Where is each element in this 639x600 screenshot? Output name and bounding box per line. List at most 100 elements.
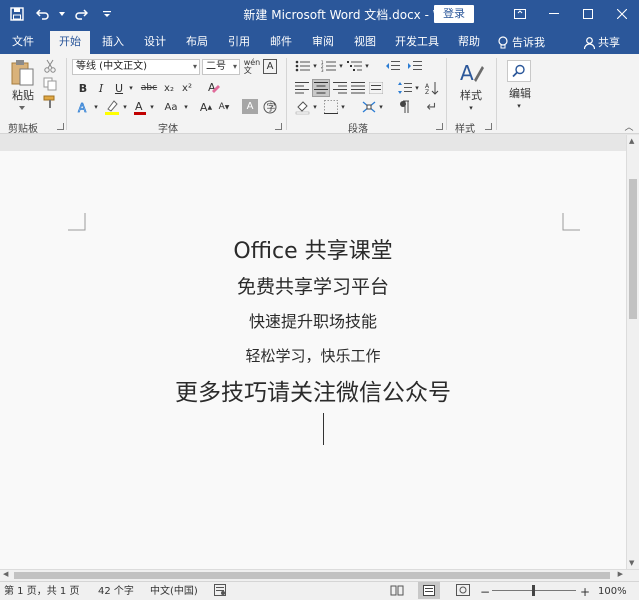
chinese-layout-dropdown-icon[interactable]: ▾ bbox=[378, 99, 384, 115]
zoom-out-button[interactable]: − bbox=[480, 585, 490, 599]
chinese-layout-icon[interactable] bbox=[360, 99, 378, 115]
clear-formatting-icon[interactable]: A bbox=[206, 79, 222, 95]
text-effects-dropdown-icon[interactable]: ▾ bbox=[92, 99, 100, 115]
language-indicator[interactable]: 中文(中国) bbox=[150, 585, 198, 599]
paragraph-mark-icon[interactable] bbox=[396, 99, 412, 115]
close-icon[interactable] bbox=[605, 0, 639, 28]
font-size-combo[interactable]: 二号 ▾ bbox=[202, 59, 240, 75]
read-mode-icon[interactable] bbox=[390, 584, 404, 598]
login-button[interactable]: 登录 bbox=[434, 5, 474, 23]
decrease-indent-icon[interactable] bbox=[384, 59, 402, 73]
undo-icon[interactable] bbox=[32, 4, 54, 24]
tab-file[interactable]: 文件 bbox=[4, 31, 42, 54]
doc-line-3[interactable]: 快速提升职场技能 bbox=[0, 309, 626, 335]
strikethrough-button[interactable]: abc bbox=[140, 80, 158, 96]
tab-insert[interactable]: 插入 bbox=[94, 31, 132, 54]
distributed-icon[interactable] bbox=[368, 80, 384, 96]
tab-mailings[interactable]: 邮件 bbox=[262, 31, 300, 54]
underline-dropdown-icon[interactable]: ▾ bbox=[127, 80, 135, 96]
line-spacing-icon[interactable] bbox=[396, 80, 414, 96]
redo-icon[interactable] bbox=[70, 4, 92, 24]
italic-button[interactable]: I bbox=[94, 80, 108, 96]
tab-review[interactable]: 审阅 bbox=[304, 31, 342, 54]
tab-layout[interactable]: 布局 bbox=[178, 31, 216, 54]
editing-dropdown-icon[interactable]: ▾ bbox=[514, 102, 524, 110]
numbering-icon[interactable]: 123 bbox=[320, 59, 338, 73]
scroll-down-icon[interactable]: ▼ bbox=[629, 559, 634, 567]
tab-view[interactable]: 视图 bbox=[346, 31, 384, 54]
character-border-icon[interactable]: A bbox=[263, 59, 277, 74]
borders-icon[interactable] bbox=[322, 99, 340, 115]
copy-icon[interactable] bbox=[42, 76, 58, 92]
text-effects-icon[interactable]: A bbox=[76, 99, 92, 115]
align-right-icon[interactable] bbox=[332, 80, 348, 96]
minimize-icon[interactable] bbox=[537, 0, 571, 28]
shading-icon[interactable] bbox=[294, 99, 312, 115]
tell-me-box[interactable]: 告诉我 bbox=[498, 31, 545, 54]
font-color-icon[interactable]: A bbox=[132, 99, 148, 115]
tab-help[interactable]: 帮助 bbox=[450, 31, 488, 54]
font-name-combo[interactable]: 等线 (中文正文) ▾ bbox=[72, 59, 200, 75]
bullets-dropdown-icon[interactable]: ▾ bbox=[312, 59, 318, 73]
web-layout-icon[interactable] bbox=[456, 584, 470, 598]
vertical-scrollbar[interactable]: ▲ ▼ bbox=[626, 135, 639, 569]
paste-label[interactable]: 粘贴 bbox=[8, 88, 38, 102]
multilevel-dropdown-icon[interactable]: ▾ bbox=[364, 59, 370, 73]
tab-design[interactable]: 设计 bbox=[136, 31, 174, 54]
share-button[interactable]: 共享 bbox=[584, 31, 620, 54]
undo-dropdown-icon[interactable] bbox=[58, 4, 66, 24]
highlight-color-icon[interactable] bbox=[103, 99, 121, 115]
doc-line-4[interactable]: 轻松学习，快乐工作 bbox=[0, 343, 626, 369]
maximize-icon[interactable] bbox=[571, 0, 605, 28]
word-count[interactable]: 42 个字 bbox=[98, 585, 134, 599]
search-icon[interactable] bbox=[507, 60, 531, 82]
numbering-dropdown-icon[interactable]: ▾ bbox=[338, 59, 344, 73]
underline-button[interactable]: U bbox=[112, 80, 126, 96]
cut-icon[interactable] bbox=[42, 58, 58, 74]
tab-references[interactable]: 引用 bbox=[220, 31, 258, 54]
vertical-scroll-thumb[interactable] bbox=[629, 179, 637, 319]
shading-dropdown-icon[interactable]: ▾ bbox=[312, 99, 318, 115]
borders-dropdown-icon[interactable]: ▾ bbox=[340, 99, 346, 115]
font-launcher-icon[interactable] bbox=[275, 123, 282, 130]
clipboard-launcher-icon[interactable] bbox=[57, 123, 64, 130]
sort-icon[interactable]: AZ bbox=[424, 80, 440, 96]
doc-line-1[interactable]: Office 共享课堂 bbox=[0, 237, 626, 267]
collapse-ribbon-icon[interactable]: ︿ bbox=[624, 122, 634, 133]
zoom-slider-thumb[interactable] bbox=[532, 585, 535, 596]
document-page[interactable]: Office 共享课堂 免费共享学习平台 快速提升职场技能 轻松学习，快乐工作 … bbox=[0, 151, 626, 569]
page-count[interactable]: 第 1 页，共 1 页 bbox=[4, 585, 79, 599]
horizontal-scroll-thumb[interactable] bbox=[14, 572, 610, 579]
scroll-up-icon[interactable]: ▲ bbox=[629, 137, 634, 145]
ribbon-display-options-icon[interactable] bbox=[503, 0, 537, 28]
bold-button[interactable]: B bbox=[76, 80, 90, 96]
format-painter-icon[interactable] bbox=[42, 94, 58, 110]
editing-label[interactable]: 编辑 bbox=[502, 86, 538, 100]
superscript-button[interactable]: x² bbox=[180, 80, 194, 96]
styles-launcher-icon[interactable] bbox=[485, 123, 492, 130]
align-left-icon[interactable] bbox=[294, 80, 310, 96]
tab-home[interactable]: 开始 bbox=[50, 31, 90, 54]
increase-indent-icon[interactable] bbox=[406, 59, 424, 73]
shrink-font-icon[interactable]: A ▼ bbox=[216, 99, 232, 115]
subscript-button[interactable]: x₂ bbox=[162, 80, 176, 96]
character-shading-icon[interactable]: A bbox=[242, 99, 258, 114]
change-case-icon[interactable]: Aa bbox=[160, 99, 182, 115]
multilevel-list-icon[interactable] bbox=[346, 59, 364, 73]
horizontal-scrollbar[interactable]: ◀ ▶ bbox=[0, 569, 639, 581]
font-color-dropdown-icon[interactable]: ▾ bbox=[148, 99, 156, 115]
styles-icon[interactable]: A bbox=[456, 60, 486, 86]
change-case-dropdown-icon[interactable]: ▾ bbox=[182, 99, 190, 115]
phonetic-guide-icon[interactable]: wén 文 bbox=[243, 58, 261, 76]
align-center-icon[interactable] bbox=[312, 79, 330, 97]
macro-record-icon[interactable] bbox=[214, 584, 226, 598]
paste-dropdown-icon[interactable] bbox=[16, 104, 28, 112]
highlight-dropdown-icon[interactable]: ▾ bbox=[121, 99, 129, 115]
scroll-right-icon[interactable]: ▶ bbox=[618, 570, 623, 578]
scroll-left-icon[interactable]: ◀ bbox=[3, 570, 8, 578]
styles-dropdown-icon[interactable]: ▾ bbox=[466, 104, 476, 112]
zoom-in-button[interactable]: + bbox=[580, 585, 590, 599]
print-layout-icon[interactable] bbox=[418, 582, 440, 599]
doc-line-2[interactable]: 免费共享学习平台 bbox=[0, 273, 626, 301]
grow-font-icon[interactable]: A ▲ bbox=[198, 99, 214, 115]
